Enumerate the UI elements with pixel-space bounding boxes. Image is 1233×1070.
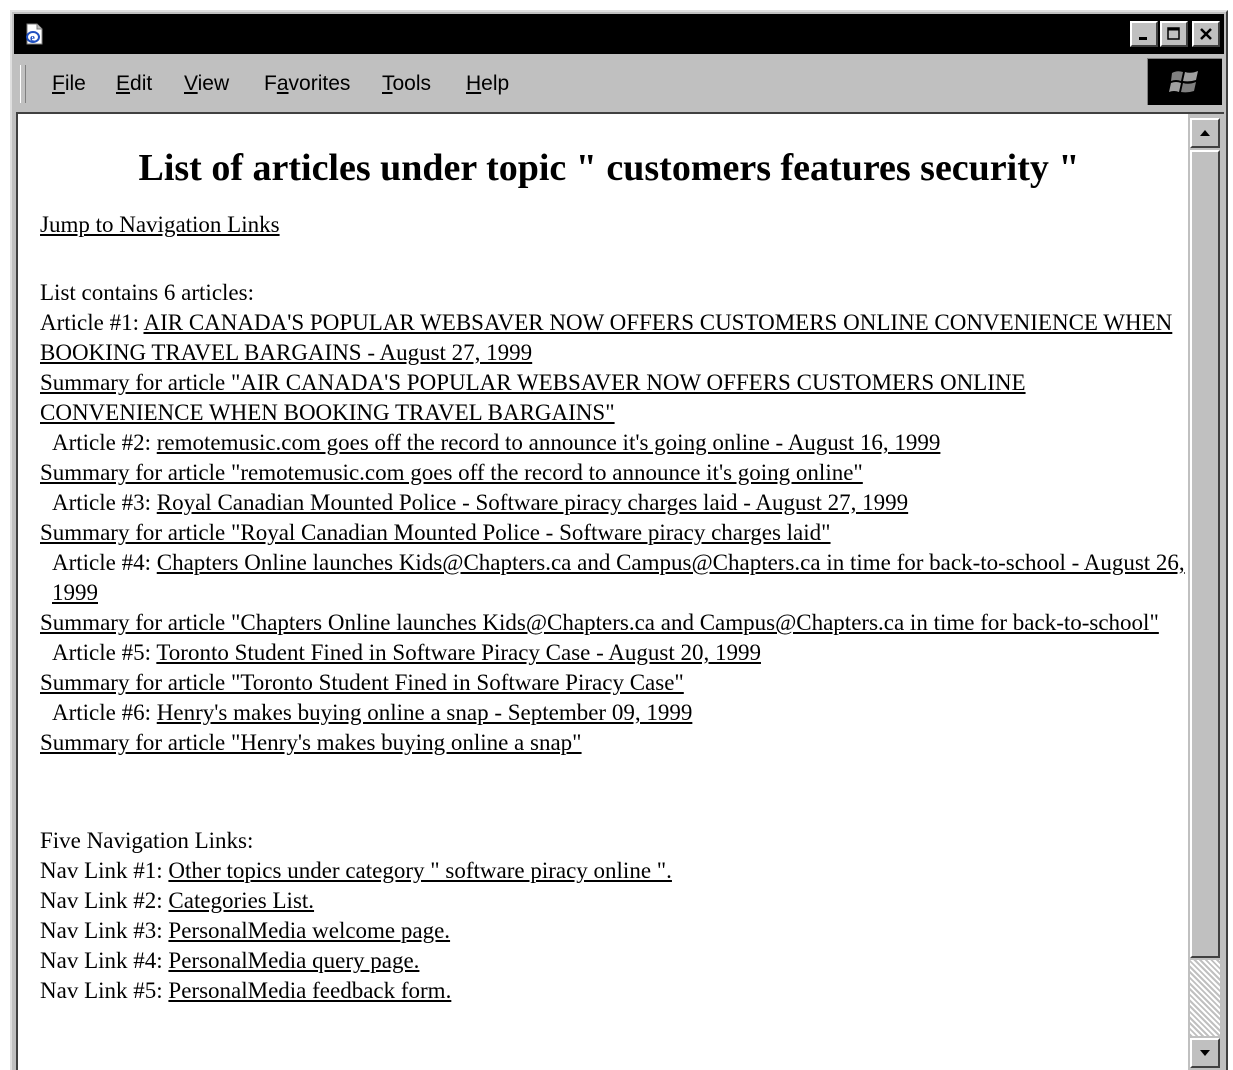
close-icon	[1200, 28, 1212, 40]
scroll-thumb[interactable]	[1190, 150, 1220, 958]
article-summary-link[interactable]: Summary for article "Chapters Online lau…	[40, 610, 1159, 635]
article-label: Article #4:	[52, 550, 151, 575]
nav-link-feedback[interactable]: PersonalMedia feedback form.	[168, 978, 451, 1003]
menu-tools-label: ools	[392, 72, 432, 95]
jump-to-navigation-link[interactable]: Jump to Navigation Links	[40, 210, 280, 240]
minimize-icon	[1139, 37, 1147, 40]
article-summary-link[interactable]: Summary for article "AIR CANADA'S POPULA…	[40, 370, 1026, 425]
toolbar-grip[interactable]	[20, 65, 26, 103]
scroll-up-button[interactable]	[1190, 118, 1220, 148]
menu-favorites-accesskey: a	[276, 72, 289, 95]
nav-link-label: Nav Link #1:	[40, 858, 163, 883]
article-summary-row: Summary for article "Royal Canadian Moun…	[40, 518, 1188, 548]
menu-tools[interactable]: Tools	[382, 72, 431, 96]
nav-link-row: Nav Link #4: PersonalMedia query page.	[40, 946, 1188, 976]
nav-link-row: Nav Link #3: PersonalMedia welcome page.	[40, 916, 1188, 946]
nav-link-label: Nav Link #4:	[40, 948, 163, 973]
minimize-button[interactable]	[1130, 21, 1158, 47]
browser-window: e File Edit View Favorites Tools Help Li…	[10, 10, 1228, 1070]
article-entry: Article #1: AIR CANADA'S POPULAR WEBSAVE…	[40, 308, 1188, 368]
menu-edit[interactable]: Edit	[116, 72, 152, 96]
article-link[interactable]: Henry's makes buying online a snap - Sep…	[157, 700, 693, 725]
nav-link-row: Nav Link #2: Categories List.	[40, 886, 1188, 916]
menu-file-accesskey: F	[52, 72, 65, 95]
nav-link-label: Nav Link #2:	[40, 888, 163, 913]
article-link[interactable]: remotemusic.com goes off the record to a…	[157, 430, 941, 455]
vertical-scrollbar[interactable]	[1188, 114, 1224, 1070]
ie-page-icon[interactable]: e	[22, 22, 46, 46]
nav-link-row: Nav Link #1: Other topics under category…	[40, 856, 1188, 886]
article-link[interactable]: Toronto Student Fined in Software Piracy…	[156, 640, 761, 665]
windows-logo-icon	[1147, 58, 1222, 105]
menu-favorites-label: vorites	[288, 72, 351, 95]
menu-tools-accesskey: T	[382, 72, 393, 95]
article-list: Article #1: AIR CANADA'S POPULAR WEBSAVE…	[40, 308, 1188, 758]
title-bar[interactable]: e	[14, 14, 1224, 54]
menu-view-label: iew	[197, 72, 230, 95]
page-content: List of articles under topic " customers…	[18, 114, 1188, 1070]
article-summary-link[interactable]: Summary for article "Royal Canadian Moun…	[40, 520, 831, 545]
article-summary-link[interactable]: Summary for article "remotemusic.com goe…	[40, 460, 863, 485]
arrow-down-icon	[1200, 1050, 1210, 1056]
nav-link-label: Nav Link #3:	[40, 918, 163, 943]
article-summary-row: Summary for article "Henry's makes buyin…	[40, 728, 1188, 758]
maximize-icon	[1167, 27, 1180, 40]
menu-help-label: elp	[481, 72, 510, 95]
menu-edit-accesskey: E	[116, 72, 131, 95]
menu-help-accesskey: H	[466, 72, 482, 95]
article-link[interactable]: Chapters Online launches Kids@Chapters.c…	[52, 550, 1185, 605]
article-summary-link[interactable]: Summary for article "Henry's makes buyin…	[40, 730, 582, 755]
page-title: List of articles under topic " customers…	[138, 147, 1080, 189]
nav-intro: Five Navigation Links:	[40, 828, 254, 853]
scroll-track[interactable]	[1190, 960, 1220, 1036]
scroll-down-button[interactable]	[1190, 1038, 1220, 1068]
article-link[interactable]: AIR CANADA'S POPULAR WEBSAVER NOW OFFERS…	[40, 310, 1172, 365]
article-label: Article #1:	[40, 310, 139, 335]
nav-link-list: Nav Link #1: Other topics under category…	[40, 856, 1188, 1006]
article-label: Article #5:	[52, 640, 151, 665]
article-summary-row: Summary for article "Chapters Online lau…	[40, 608, 1188, 638]
article-summary-row: Summary for article "Toronto Student Fin…	[40, 668, 1188, 698]
article-entry: Article #3: Royal Canadian Mounted Polic…	[40, 488, 1188, 518]
nav-link-query[interactable]: PersonalMedia query page.	[168, 948, 419, 973]
content-frame: List of articles under topic " customers…	[16, 112, 1224, 1070]
article-link[interactable]: Royal Canadian Mounted Police - Software…	[157, 490, 908, 515]
article-summary-row: Summary for article "AIR CANADA'S POPULA…	[40, 368, 1188, 428]
article-label: Article #3:	[52, 490, 151, 515]
arrow-up-icon	[1200, 130, 1210, 136]
menu-favorites-prefix: F	[264, 72, 277, 95]
nav-link-other-topics[interactable]: Other topics under category " software p…	[168, 858, 672, 883]
nav-link-row: Nav Link #5: PersonalMedia feedback form…	[40, 976, 1188, 1006]
article-summary-row: Summary for article "remotemusic.com goe…	[40, 458, 1188, 488]
nav-link-categories[interactable]: Categories List.	[168, 888, 314, 913]
menu-edit-label: dit	[130, 72, 153, 95]
menu-file[interactable]: File	[52, 72, 86, 96]
menu-file-label: ile	[64, 72, 86, 95]
list-intro: List contains 6 articles:	[40, 280, 254, 305]
nav-link-label: Nav Link #5:	[40, 978, 163, 1003]
menu-help[interactable]: Help	[466, 72, 509, 96]
maximize-button[interactable]	[1160, 21, 1188, 47]
article-entry: Article #6: Henry's makes buying online …	[40, 698, 1188, 728]
svg-text:e: e	[30, 32, 35, 44]
menu-favorites[interactable]: Favorites	[264, 72, 350, 96]
close-button[interactable]	[1192, 21, 1220, 47]
article-summary-link[interactable]: Summary for article "Toronto Student Fin…	[40, 670, 684, 695]
article-entry: Article #2: remotemusic.com goes off the…	[40, 428, 1188, 458]
article-entry: Article #5: Toronto Student Fined in Sof…	[40, 638, 1188, 668]
nav-link-welcome[interactable]: PersonalMedia welcome page.	[168, 918, 450, 943]
article-entry: Article #4: Chapters Online launches Kid…	[40, 548, 1188, 608]
menu-view-accesskey: V	[184, 72, 198, 95]
menu-bar: File Edit View Favorites Tools Help	[14, 56, 1224, 112]
article-label: Article #2:	[52, 430, 151, 455]
article-label: Article #6:	[52, 700, 151, 725]
menu-view[interactable]: View	[184, 72, 229, 96]
